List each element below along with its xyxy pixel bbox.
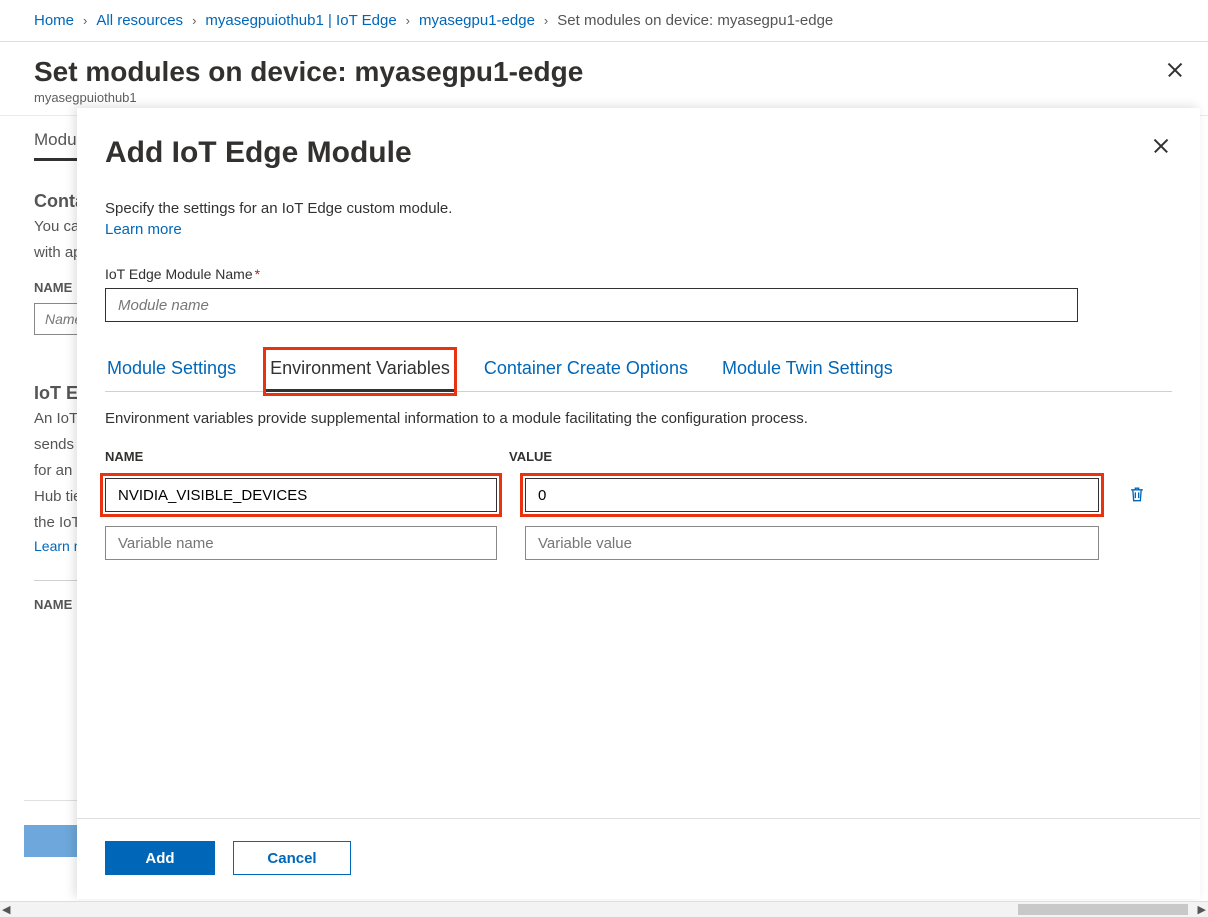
learn-more-link[interactable]: Learn more bbox=[105, 221, 1172, 238]
env-var-row-empty bbox=[105, 526, 1172, 560]
page-title: Set modules on device: myasegpu1-edge bbox=[34, 56, 1174, 88]
breadcrumb-device[interactable]: myasegpu1-edge bbox=[419, 12, 535, 29]
panel-footer: Add Cancel bbox=[77, 818, 1200, 899]
label-text: IoT Edge Module Name bbox=[105, 266, 253, 282]
column-value: VALUE bbox=[509, 449, 552, 464]
env-var-value-input[interactable] bbox=[525, 478, 1099, 512]
module-tabs: Module Settings Environment Variables Co… bbox=[105, 352, 1172, 392]
env-var-row bbox=[105, 478, 1172, 512]
required-asterisk: * bbox=[255, 266, 260, 282]
horizontal-scrollbar[interactable]: ◀ ▶ bbox=[0, 901, 1208, 917]
panel-title: Add IoT Edge Module bbox=[105, 136, 1172, 170]
background-button[interactable] bbox=[24, 825, 78, 857]
chevron-right-icon: › bbox=[544, 13, 548, 28]
tab-module-settings[interactable]: Module Settings bbox=[105, 352, 238, 391]
panel-close-button[interactable] bbox=[1152, 136, 1170, 157]
add-button[interactable]: Add bbox=[105, 841, 215, 875]
breadcrumb-all-resources[interactable]: All resources bbox=[96, 12, 183, 29]
env-var-name-input[interactable] bbox=[105, 478, 497, 512]
env-var-value-input[interactable] bbox=[525, 526, 1099, 560]
breadcrumb-current: Set modules on device: myasegpu1-edge bbox=[557, 12, 833, 29]
tab-environment-variables[interactable]: Environment Variables bbox=[268, 352, 452, 391]
delete-row-button[interactable] bbox=[1127, 483, 1149, 507]
scroll-left-icon[interactable]: ◀ bbox=[2, 903, 10, 916]
scroll-thumb[interactable] bbox=[1018, 904, 1188, 915]
breadcrumb-iothub[interactable]: myasegpuiothub1 | IoT Edge bbox=[205, 12, 396, 29]
breadcrumb: Home › All resources › myasegpuiothub1 |… bbox=[0, 0, 1208, 42]
scroll-right-icon[interactable]: ▶ bbox=[1198, 903, 1206, 916]
env-vars-header: NAME VALUE bbox=[105, 449, 1172, 464]
tab-module-twin-settings[interactable]: Module Twin Settings bbox=[720, 352, 895, 391]
close-icon bbox=[1152, 136, 1170, 154]
column-name: NAME bbox=[105, 449, 509, 464]
tab-container-create-options[interactable]: Container Create Options bbox=[482, 352, 690, 391]
chevron-right-icon: › bbox=[83, 13, 87, 28]
module-name-label: IoT Edge Module Name* bbox=[105, 266, 1172, 282]
trash-icon bbox=[1127, 483, 1147, 505]
chevron-right-icon: › bbox=[406, 13, 410, 28]
page-header: Set modules on device: myasegpu1-edge my… bbox=[0, 42, 1208, 116]
cancel-button[interactable]: Cancel bbox=[233, 841, 351, 875]
breadcrumb-home[interactable]: Home bbox=[34, 12, 74, 29]
add-module-panel: Add IoT Edge Module Specify the settings… bbox=[77, 108, 1200, 899]
close-button[interactable] bbox=[1166, 60, 1184, 81]
env-vars-description: Environment variables provide supplement… bbox=[105, 410, 1172, 427]
module-name-input[interactable] bbox=[105, 288, 1078, 322]
env-var-name-input[interactable] bbox=[105, 526, 497, 560]
chevron-right-icon: › bbox=[192, 13, 196, 28]
panel-description: Specify the settings for an IoT Edge cus… bbox=[105, 200, 1172, 217]
page-subtitle: myasegpuiothub1 bbox=[34, 90, 1174, 105]
close-icon bbox=[1166, 60, 1184, 78]
